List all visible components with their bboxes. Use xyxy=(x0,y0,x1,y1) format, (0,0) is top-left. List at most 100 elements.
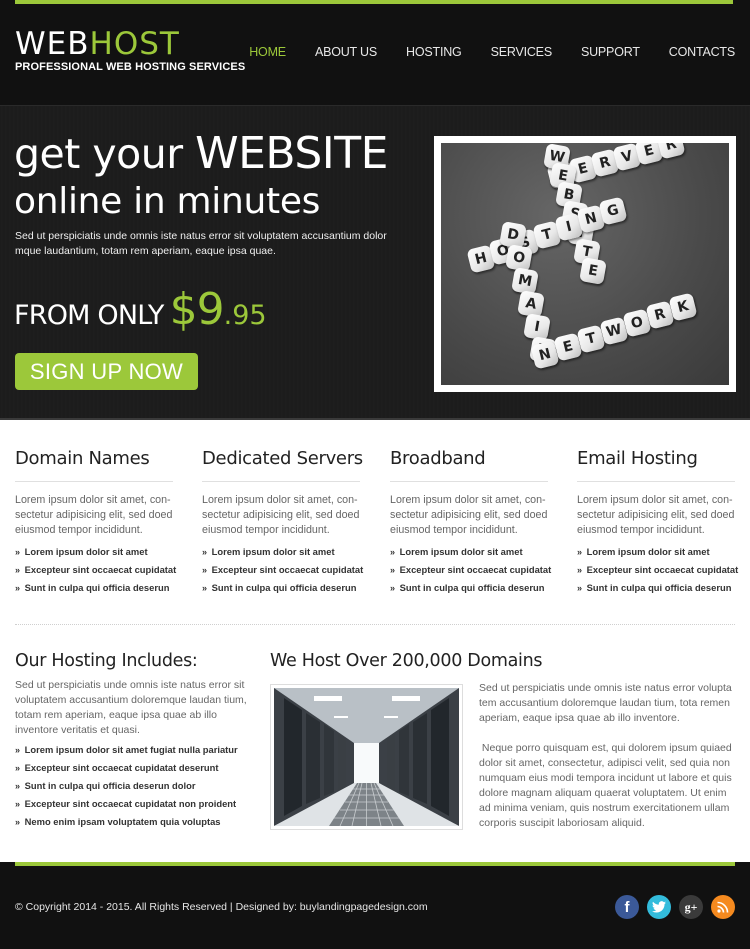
hero-description: Sed ut perspiciatis unde omnis iste natu… xyxy=(15,230,387,257)
bullet-icon: » xyxy=(390,583,396,593)
hero-title-line2: online in minutes xyxy=(14,181,321,222)
domains-title: We Host Over 200,000 Domains xyxy=(270,651,543,671)
includes-list: » Lorem ipsum dolor sit amet fugiat null… xyxy=(15,741,255,831)
bullet-icon: » xyxy=(202,547,208,557)
includes-list-item: » Nemo enim ipsam voluptatem quia volupt… xyxy=(15,816,221,827)
feature-domain-names: Domain Names Lorem ipsum dolor sit amet,… xyxy=(15,422,177,597)
bullet-icon: » xyxy=(577,583,583,593)
sign-up-button[interactable]: SIGN UP NOW xyxy=(15,353,198,390)
features-section: Domain Names Lorem ipsum dolor sit amet,… xyxy=(0,422,750,622)
hero-title-highlight: WEBSITE xyxy=(195,128,388,179)
feature-text: Lorem ipsum dolor sit amet, con-sectetur… xyxy=(202,494,360,536)
feature-email-hosting: Email Hosting Lorem ipsum dolor sit amet… xyxy=(577,422,739,597)
includes-title: Our Hosting Includes: xyxy=(15,651,198,671)
logo-web: WEB xyxy=(15,26,90,62)
feature-list: » Lorem ipsum dolor sit amet » Excepteur… xyxy=(390,543,552,597)
domains-paragraph-2: Neque porro quisquam est, qui dolorem ip… xyxy=(479,742,735,829)
bullet-icon: » xyxy=(15,565,21,575)
dice-crossword-image: SERVERWEBSITEHOSTINGDOMAINNETWORK xyxy=(441,143,729,385)
price-main: $9 xyxy=(169,284,225,335)
feature-list-item: » Sunt in culpa qui officia deserun xyxy=(15,582,170,593)
feature-list-item: » Sunt in culpa qui officia deserun xyxy=(577,582,732,593)
feature-list-item: » Lorem ipsum dolor sit amet xyxy=(202,546,335,557)
feature-list-item: » Excepteur sint occaecat cupidatat xyxy=(15,564,177,575)
nav-home[interactable]: HOME xyxy=(249,45,286,59)
bullet-icon: » xyxy=(15,745,21,755)
rss-icon[interactable] xyxy=(711,895,735,919)
bullet-icon: » xyxy=(577,565,583,575)
feature-list-item: » Excepteur sint occaecat cupidatat xyxy=(202,564,364,575)
bullet-icon: » xyxy=(202,565,208,575)
feature-title: Dedicated Servers xyxy=(202,448,363,469)
nav-support[interactable]: SUPPORT xyxy=(581,45,640,59)
feature-title: Domain Names xyxy=(15,448,150,469)
bullet-icon: » xyxy=(202,583,208,593)
logo-wordmark: WEBHOST xyxy=(15,28,245,60)
feature-list-item: » Excepteur sint occaecat cupidatat xyxy=(577,564,739,575)
footer-accent-bar xyxy=(15,862,735,866)
feature-list: » Lorem ipsum dolor sit amet » Excepteur… xyxy=(15,543,177,597)
feature-text: Lorem ipsum dolor sit amet, con-sectetur… xyxy=(15,494,173,536)
feature-list-item: » Excepteur sint occaecat cupidatat xyxy=(390,564,552,575)
bullet-icon: » xyxy=(577,547,583,557)
hero-title-line1: get your WEBSITE xyxy=(14,128,388,179)
feature-list-item: » Lorem ipsum dolor sit amet xyxy=(15,546,148,557)
nav-hosting[interactable]: HOSTING xyxy=(406,45,462,59)
bullet-icon: » xyxy=(15,763,21,773)
feature-list: » Lorem ipsum dolor sit amet » Excepteur… xyxy=(577,543,739,597)
datacenter-illustration xyxy=(274,688,459,826)
feature-text: Lorem ipsum dolor sit amet, con-sectetur… xyxy=(390,494,548,536)
feature-list: » Lorem ipsum dolor sit amet » Excepteur… xyxy=(202,543,364,597)
domains-text: Sed ut perspiciatis unde omnis iste natu… xyxy=(479,681,741,831)
social-links: f g+ xyxy=(615,895,735,919)
hosting-includes: Our Hosting Includes: Sed ut perspiciati… xyxy=(15,651,255,831)
nav-about-us[interactable]: ABOUT US xyxy=(315,45,377,59)
twitter-icon[interactable] xyxy=(647,895,671,919)
copyright-text: © Copyright 2014 - 2015. All Rights Rese… xyxy=(15,901,428,913)
bullet-icon: » xyxy=(15,817,21,827)
nav-contacts[interactable]: CONTACTS xyxy=(669,45,735,59)
bullet-icon: » xyxy=(15,799,21,809)
logo-host: HOST xyxy=(89,26,180,62)
facebook-icon[interactable]: f xyxy=(615,895,639,919)
site-footer: © Copyright 2014 - 2015. All Rights Rese… xyxy=(0,862,750,949)
domains-section: We Host Over 200,000 Domains Sed ut pers… xyxy=(270,651,740,830)
feature-list-item: » Sunt in culpa qui officia deserun xyxy=(202,582,357,593)
domains-paragraph-1: Sed ut perspiciatis unde omnis iste natu… xyxy=(479,682,732,724)
feature-dedicated-servers: Dedicated Servers Lorem ipsum dolor sit … xyxy=(202,422,364,597)
includes-list-item: » Sunt in culpa qui officia deserun dolo… xyxy=(15,780,196,791)
includes-list-item: » Lorem ipsum dolor sit amet fugiat null… xyxy=(15,744,238,755)
bullet-icon: » xyxy=(390,565,396,575)
letter-die: E xyxy=(579,257,607,285)
hero-image-frame: SERVERWEBSITEHOSTINGDOMAINNETWORK xyxy=(434,136,736,392)
hero-title-prefix: get your xyxy=(14,130,196,178)
feature-list-item: » Lorem ipsum dolor sit amet xyxy=(577,546,710,557)
feature-text: Lorem ipsum dolor sit amet, con-sectetur… xyxy=(577,494,735,536)
top-accent-bar xyxy=(15,0,733,4)
section-divider xyxy=(15,624,735,625)
google-plus-icon[interactable]: g+ xyxy=(679,895,703,919)
includes-list-item: » Excepteur sint occaecat cupidatat dese… xyxy=(15,762,219,773)
site-header: WEBHOST PROFESSIONAL WEB HOSTING SERVICE… xyxy=(0,0,750,105)
datacenter-image-frame xyxy=(270,684,463,830)
hero-banner: get your WEBSITE online in minutes Sed u… xyxy=(0,105,750,420)
feature-broadband: Broadband Lorem ipsum dolor sit amet, co… xyxy=(390,422,552,597)
feature-title: Email Hosting xyxy=(577,448,698,469)
price-offer: FROM ONLY $9 .95 xyxy=(14,284,267,335)
feature-divider xyxy=(390,481,548,482)
feature-list-item: » Lorem ipsum dolor sit amet xyxy=(390,546,523,557)
price-cents: .95 xyxy=(223,300,267,331)
logo[interactable]: WEBHOST PROFESSIONAL WEB HOSTING SERVICE… xyxy=(15,28,245,73)
bullet-icon: » xyxy=(15,547,21,557)
feature-divider xyxy=(15,481,173,482)
includes-list-item: » Excepteur sint occaecat cupidatat non … xyxy=(15,798,237,809)
bullet-icon: » xyxy=(15,583,21,593)
letter-die: G xyxy=(598,196,628,226)
from-only-label: FROM ONLY xyxy=(14,300,164,331)
includes-text: Sed ut perspiciatis unde omnis iste natu… xyxy=(15,679,247,736)
nav-services[interactable]: SERVICES xyxy=(491,45,553,59)
feature-title: Broadband xyxy=(390,448,486,469)
main-nav: HOME ABOUT US HOSTING SERVICES SUPPORT C… xyxy=(220,45,735,59)
feature-list-item: » Sunt in culpa qui officia deserun xyxy=(390,582,545,593)
bullet-icon: » xyxy=(390,547,396,557)
